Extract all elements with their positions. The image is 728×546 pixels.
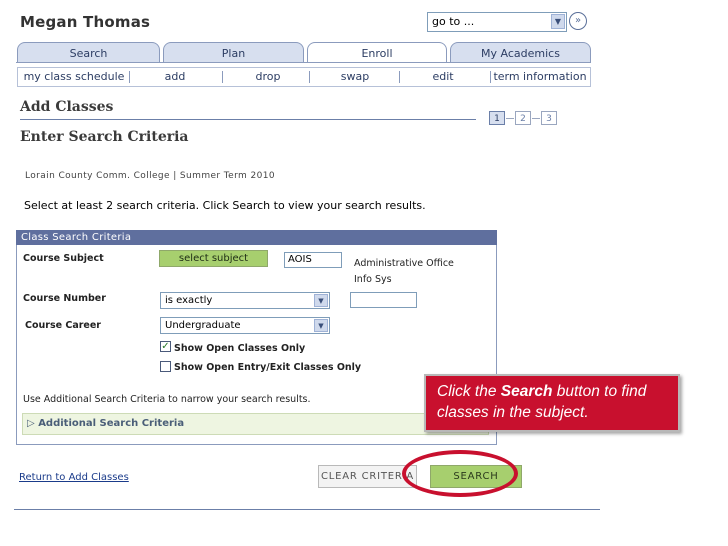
page-title: Add Classes: [20, 99, 114, 115]
criteria-panel-header: Class Search Criteria: [16, 230, 497, 245]
subnav-separator: [222, 71, 223, 83]
step-indicator-2: 2: [515, 111, 531, 125]
search-highlight-ring: [402, 450, 518, 497]
goto-dropdown-value: go to ...: [432, 15, 475, 28]
tab-enroll[interactable]: Enroll: [307, 42, 447, 63]
course-number-label: Course Number: [23, 293, 106, 304]
chevron-down-icon[interactable]: ▼: [551, 14, 565, 29]
callout-text-prefix: Click the: [437, 383, 501, 400]
user-name: Megan Thomas: [20, 13, 151, 31]
additional-criteria-label[interactable]: Additional Search Criteria: [38, 418, 184, 429]
subnav-separator: [309, 71, 310, 83]
subnav-separator: [399, 71, 400, 83]
tab-my-academics[interactable]: My Academics: [450, 42, 591, 62]
show-open-classes-label: Show Open Classes Only: [174, 343, 306, 354]
course-career-label: Course Career: [25, 320, 101, 331]
chevron-down-icon[interactable]: ▼: [314, 319, 328, 332]
additional-criteria-help: Use Additional Search Criteria to narrow…: [23, 394, 311, 405]
instructions-text: Select at least 2 search criteria. Click…: [24, 199, 426, 212]
title-divider: [20, 119, 476, 120]
course-number-operator-value: is exactly: [165, 295, 213, 306]
section-title: Enter Search Criteria: [20, 129, 189, 145]
return-to-add-classes-link[interactable]: Return to Add Classes: [19, 472, 129, 483]
step-connector: [532, 118, 540, 119]
subnav-swap[interactable]: swap: [311, 68, 399, 86]
tab-search[interactable]: Search: [17, 42, 160, 62]
tutorial-callout: Click the Search button to find classes …: [424, 374, 680, 432]
tab-plan[interactable]: Plan: [163, 42, 304, 62]
course-career-value: Undergraduate: [165, 320, 241, 331]
chevron-down-icon[interactable]: ▼: [314, 294, 328, 307]
college-term-label: Lorain County Comm. College | Summer Ter…: [25, 171, 275, 181]
step-connector: [506, 118, 514, 119]
subnav-term-information[interactable]: term information: [492, 68, 588, 86]
step-indicator-3: 3: [541, 111, 557, 125]
show-open-entry-exit-label: Show Open Entry/Exit Classes Only: [174, 362, 362, 373]
subject-description: Administrative Office Info Sys: [354, 258, 454, 285]
callout-text-bold: Search: [500, 383, 553, 400]
tab-bar-divider: [16, 62, 591, 63]
subject-code-field[interactable]: AOIS: [284, 252, 342, 268]
subnav-separator: [490, 71, 491, 83]
subnav-separator: [129, 71, 130, 83]
show-open-entry-exit-checkbox[interactable]: [160, 361, 171, 372]
subnav-edit[interactable]: edit: [401, 68, 485, 86]
course-number-operator-select[interactable]: is exactly ▼: [160, 292, 330, 309]
goto-dropdown[interactable]: go to ... ▼: [427, 12, 567, 32]
course-career-select[interactable]: Undergraduate ▼: [160, 317, 330, 334]
subnav-drop[interactable]: drop: [224, 68, 312, 86]
bottom-divider: [14, 509, 600, 510]
additional-criteria-toggle: ▷ Additional Search Criteria: [27, 418, 184, 429]
subnav-add[interactable]: add: [131, 68, 219, 86]
course-subject-label: Course Subject: [23, 253, 104, 264]
enroll-subnav: my class schedule add drop swap edit ter…: [17, 67, 591, 87]
subnav-my-class-schedule[interactable]: my class schedule: [22, 68, 126, 86]
step-indicator-1: 1: [489, 111, 505, 125]
goto-go-icon[interactable]: »: [569, 12, 587, 30]
course-number-field[interactable]: [350, 292, 417, 308]
select-subject-button[interactable]: select subject: [159, 250, 268, 267]
show-open-classes-checkbox[interactable]: ✓: [160, 341, 171, 352]
expand-triangle-icon[interactable]: ▷: [27, 418, 35, 429]
